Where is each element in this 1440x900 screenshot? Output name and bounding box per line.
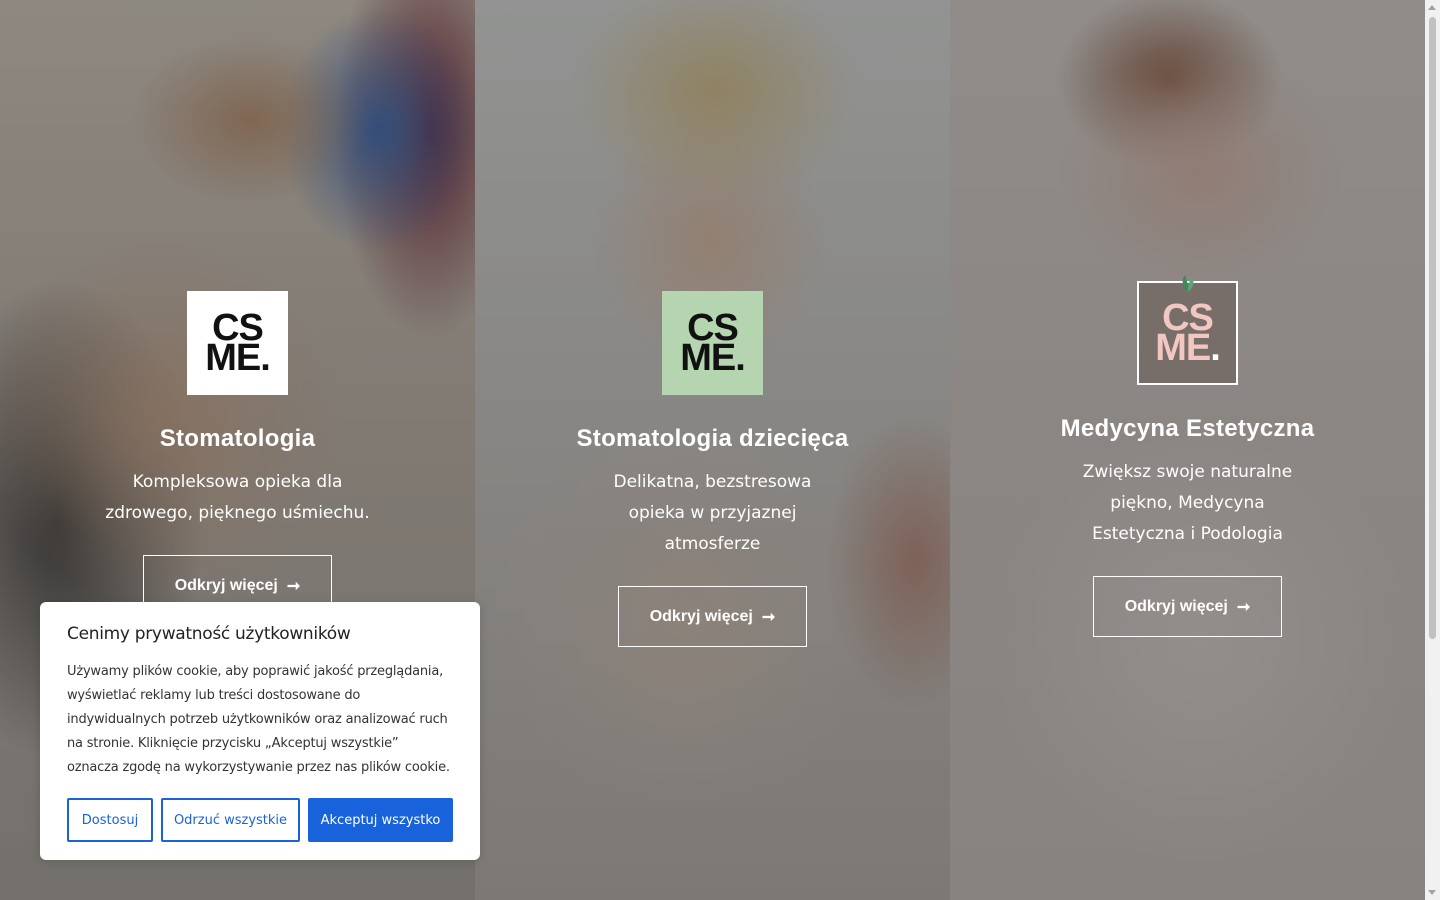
accept-all-button[interactable]: Akceptuj wszystko <box>308 798 453 842</box>
panel-title: Stomatologia dziecięca <box>576 425 849 452</box>
reject-all-button[interactable]: Odrzuć wszystkie <box>161 798 300 842</box>
scroll-down-arrow-icon[interactable] <box>1428 890 1436 895</box>
csme-logo: CS ME. <box>1137 275 1238 385</box>
panel-description: Delikatna, bezstresowa opieka w przyjazn… <box>613 472 812 554</box>
panel-title: Stomatologia <box>159 425 316 452</box>
panel-description: Zwiększ swoje naturalne piękno, Medycyna… <box>1082 462 1293 544</box>
page-scrollbar[interactable] <box>1425 0 1440 900</box>
customize-button[interactable]: Dostosuj <box>67 798 153 842</box>
panel-description: Kompleksowa opieka dla zdrowego, piękneg… <box>105 472 370 523</box>
cookie-banner-text: Używamy plików cookie, aby poprawić jako… <box>67 664 450 775</box>
leaf-icon <box>1182 275 1193 292</box>
panel-stomatologia-dziecieca[interactable]: CS ME. Stomatologia dziecięca Delikatna,… <box>475 0 950 900</box>
panel-medycyna-estetyczna[interactable]: CS ME. Medycyna Estetyczna Zwiększ swoje… <box>950 0 1425 900</box>
arrow-right-icon: ➞ <box>286 577 301 595</box>
scroll-up-arrow-icon[interactable] <box>1428 5 1436 10</box>
csme-logo: CS ME. <box>662 291 763 395</box>
cookie-banner-title: Cenimy prywatność użytkowników <box>67 624 351 644</box>
panel-title: Medycyna Estetyczna <box>1060 415 1315 442</box>
scrollbar-thumb[interactable] <box>1429 17 1436 639</box>
arrow-right-icon: ➞ <box>761 608 776 626</box>
arrow-right-icon: ➞ <box>1236 598 1251 616</box>
discover-more-button[interactable]: Odkryj więcej ➞ <box>1093 576 1282 637</box>
cookie-consent-banner: Cenimy prywatność użytkowników Używamy p… <box>40 602 480 860</box>
discover-more-button[interactable]: Odkryj więcej ➞ <box>618 586 807 647</box>
cookie-banner-buttons: Dostosuj Odrzuć wszystkie Akceptuj wszys… <box>67 798 453 842</box>
csme-logo: CS ME. <box>187 291 288 395</box>
